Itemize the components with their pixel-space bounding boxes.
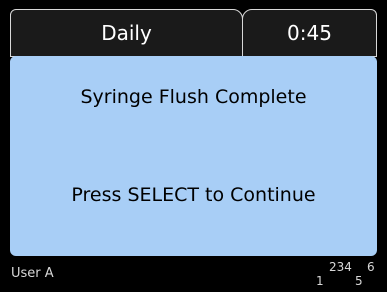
tab-mode-label: Daily [101, 21, 152, 45]
indicator-6: 6 [367, 260, 375, 274]
tab-mode-daily[interactable]: Daily [10, 9, 243, 57]
status-message: Syringe Flush Complete [80, 86, 307, 108]
message-panel: Syringe Flush Complete Press SELECT to C… [10, 56, 377, 256]
tab-time[interactable]: 0:45 [242, 9, 377, 57]
user-label: User A [11, 266, 54, 281]
indicator-1: 1 [316, 274, 324, 288]
tab-time-label: 0:45 [287, 21, 332, 45]
instruction-message: Press SELECT to Continue [71, 184, 316, 206]
indicator-234: 234 [329, 260, 352, 274]
indicator-5: 5 [355, 274, 363, 288]
